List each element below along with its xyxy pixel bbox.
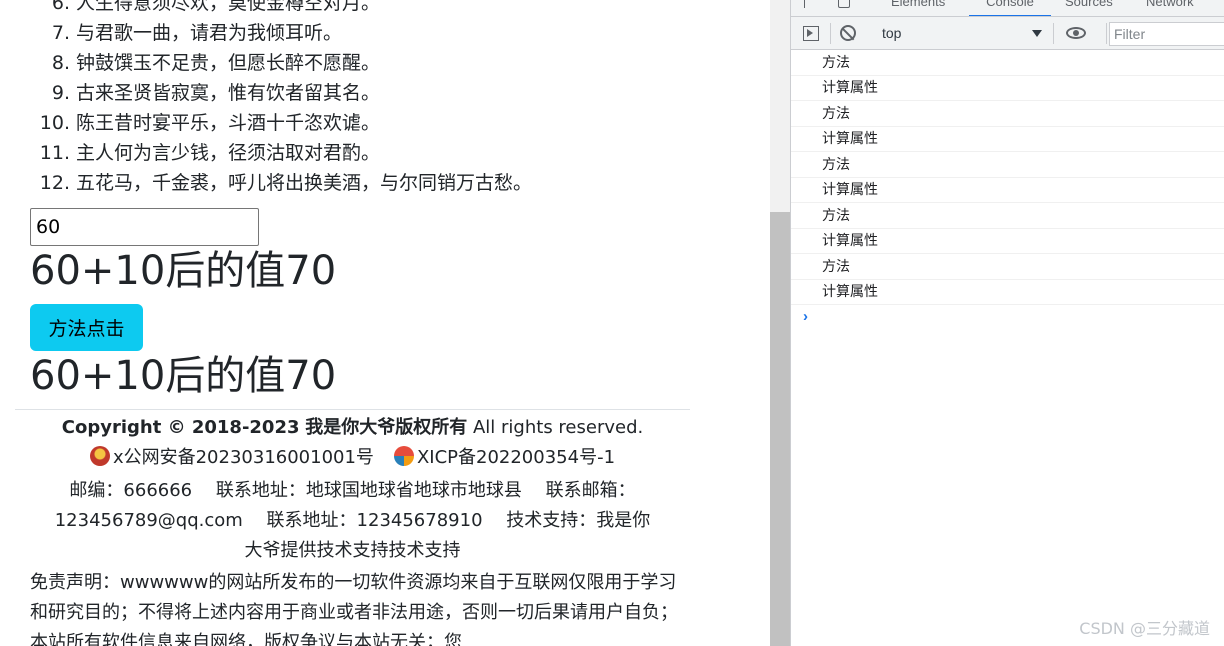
tab-sources[interactable]: Sources (1065, 0, 1113, 9)
poem-line: 8. 钟鼓馔玉不足贵，但愿长醉不愿醒。 (30, 48, 730, 78)
console-message: 方法 (791, 255, 1224, 280)
poem-line-number: 7. (51, 22, 70, 44)
contact-line: 123456789@qq.com 联系地址：12345678910 技术支持：我… (54, 510, 651, 531)
poem-line-text: 五花马，千金裘，呼儿将出换美酒，与尔同销万古愁。 (76, 172, 533, 194)
toolbar-divider (830, 23, 831, 44)
live-expression-eye-icon[interactable] (1066, 27, 1086, 39)
tab-console[interactable]: Console (969, 0, 1051, 16)
poem-line-text: 钟鼓馔玉不足贵，但愿长醉不愿醒。 (76, 52, 381, 74)
console-message: 方法 (791, 204, 1224, 229)
devtools-panel: Elements Console Sources Network top 方法 … (790, 0, 1224, 646)
tab-elements[interactable]: Elements (891, 0, 945, 9)
page-scrollbar[interactable] (770, 0, 790, 646)
poem-line: 11. 主人何为言少钱，径须沽取对君酌。 (30, 138, 730, 168)
poem-line: 6. 人生得意须尽欢，莫使金樽空对月。 (30, 0, 730, 18)
tab-network[interactable]: Network (1146, 0, 1194, 9)
beian-line: x公网安备20230316001001号 XICP备202200354号-1 (15, 443, 690, 473)
console-message: 方法 (791, 153, 1224, 178)
copyright-prefix: Copyright © 2018-2023 (61, 417, 300, 438)
console-message: 计算属性 (791, 76, 1224, 101)
icp-badge-icon (393, 446, 414, 466)
copyright-owner: 我是你大爷版权所有 (305, 417, 468, 438)
poem-line-number: 9. (51, 82, 70, 104)
poem-line: 7. 与君歌一曲，请君为我倾耳听。 (30, 18, 730, 48)
poem-line: 12. 五花马，千金裘，呼儿将出换美酒，与尔同销万古愁。 (30, 168, 730, 198)
poem-line: 10. 陈王昔时宴平乐，斗酒十千恣欢谑。 (30, 108, 730, 138)
method-click-button[interactable]: 方法点击 (30, 304, 143, 351)
scrollbar-thumb[interactable] (770, 212, 790, 646)
poem-line-text: 主人何为言少钱，径须沽取对君酌。 (76, 142, 381, 164)
poem-line-text: 与君歌一曲，请君为我倾耳听。 (76, 22, 343, 44)
icp-beian-link[interactable]: XICP备202200354号-1 (417, 447, 615, 468)
console-message: 计算属性 (791, 178, 1224, 203)
clear-console-icon[interactable] (840, 25, 856, 41)
console-message: 计算属性 (791, 229, 1224, 254)
console-message: 方法 (791, 51, 1224, 76)
poem-line-number: 10. (39, 112, 70, 134)
police-beian-link[interactable]: x公网安备20230316001001号 (113, 447, 374, 468)
computed-result-text: 60+10后的值70 (30, 248, 337, 294)
screen: 6. 人生得意须尽欢，莫使金樽空对月。 7. 与君歌一曲，请君为我倾耳听。 8.… (0, 0, 1224, 646)
poem-line-number: 12. (39, 172, 70, 194)
method-result-text: 60+10后的值70 (30, 353, 337, 399)
police-badge-icon (89, 446, 110, 466)
disclaimer-text: 免责声明：wwwwww的网站所发布的一切软件资源均来自于互联网仅限用于学习和研究… (30, 572, 678, 646)
poem-line-number: 6. (51, 0, 70, 14)
console-sidebar-icon[interactable] (803, 26, 819, 41)
toolbar-divider (1053, 23, 1054, 44)
console-filter-input[interactable] (1109, 22, 1224, 46)
copyright-suffix: All rights reserved. (472, 417, 644, 438)
console-prompt-chevron-icon[interactable]: › (803, 308, 808, 325)
poem-line-number: 11. (39, 142, 70, 164)
console-message: 方法 (791, 102, 1224, 127)
csdn-watermark: CSDN @三分藏道 (1079, 619, 1210, 638)
poem-line-text: 陈王昔时宴平乐，斗酒十千恣欢谑。 (76, 112, 381, 134)
console-message: 计算属性 (791, 127, 1224, 152)
inspect-element-icon[interactable] (804, 0, 818, 8)
console-message: 计算属性 (791, 280, 1224, 305)
dropdown-arrow-icon (1032, 30, 1042, 37)
contact-line: 邮编：666666 联系地址：地球国地球省地球市地球县 联系邮箱： (69, 480, 636, 501)
devtools-tab-bar: Elements Console Sources Network (791, 0, 1224, 17)
toolbar-divider (1106, 23, 1107, 44)
poem-line-text: 人生得意须尽欢，莫使金樽空对月。 (76, 0, 381, 14)
device-toolbar-icon[interactable] (838, 0, 850, 8)
web-page: 6. 人生得意须尽欢，莫使金樽空对月。 7. 与君歌一曲，请君为我倾耳听。 8.… (0, 0, 770, 646)
poem-line-number: 8. (51, 52, 70, 74)
console-toolbar: top (791, 17, 1224, 50)
page-footer: Copyright © 2018-2023 我是你大爷版权所有 All righ… (15, 409, 690, 646)
context-selector[interactable]: top (872, 23, 1048, 44)
poem-line: 9. 古来圣贤皆寂寞，惟有饮者留其名。 (30, 78, 730, 108)
poem-line-text: 古来圣贤皆寂寞，惟有饮者留其名。 (76, 82, 381, 104)
copyright-line: Copyright © 2018-2023 我是你大爷版权所有 All righ… (15, 413, 690, 443)
contact-line: 大爷提供技术支持技术支持 (244, 540, 461, 561)
number-input[interactable] (30, 208, 259, 246)
context-value: top (882, 25, 902, 41)
